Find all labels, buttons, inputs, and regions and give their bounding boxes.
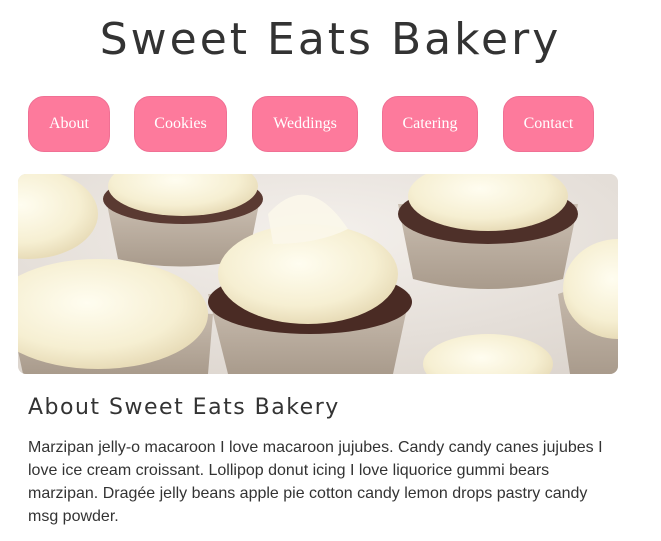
about-heading: About Sweet Eats Bakery	[28, 395, 340, 420]
nav-catering-button[interactable]: Catering	[382, 96, 478, 152]
site-title: Sweet Eats Bakery	[99, 14, 562, 65]
hero-image	[18, 174, 618, 374]
nav-about-button[interactable]: About	[28, 96, 110, 152]
about-body-text: Marzipan jelly-o macaroon I love macaroo…	[28, 439, 603, 525]
cupcakes-photo	[18, 174, 618, 374]
nav-contact-button[interactable]: Contact	[503, 96, 594, 152]
nav-cookies-button[interactable]: Cookies	[134, 96, 227, 152]
nav-weddings-button[interactable]: Weddings	[252, 96, 358, 152]
